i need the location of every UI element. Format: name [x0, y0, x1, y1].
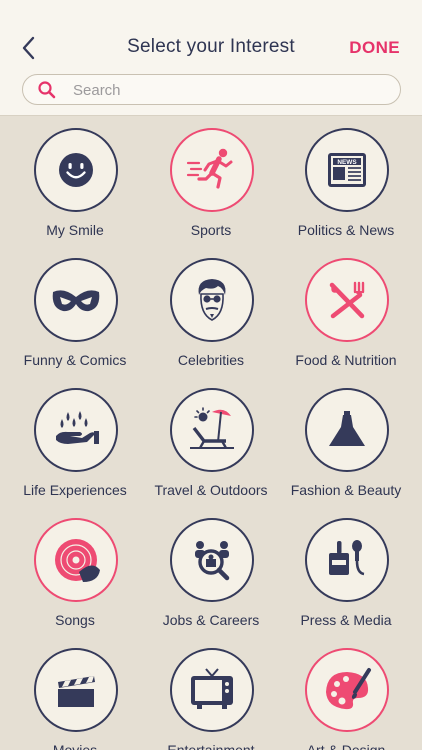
interest-label: Politics & News — [297, 222, 395, 238]
search-bar[interactable] — [22, 74, 401, 105]
interest-label: Life Experiences — [23, 482, 127, 498]
job-search-icon — [195, 541, 230, 581]
dress-icon — [329, 411, 365, 446]
interest-item-my-smile[interactable]: My Smile — [5, 117, 145, 247]
interest-icon-circle[interactable] — [34, 128, 118, 212]
interest-item-art-and-design[interactable]: Art & Design — [276, 637, 416, 750]
interest-label: Jobs & Careers — [162, 612, 260, 628]
interest-label: Food & Nutrition — [295, 352, 397, 368]
interest-item-food-and-nutrition[interactable]: Food & Nutrition — [276, 247, 416, 377]
interest-item-fashion-and-beauty[interactable]: Fashion & Beauty — [276, 377, 416, 507]
runner-icon — [186, 148, 233, 189]
interest-item-jobs-and-careers[interactable]: Jobs & Careers — [141, 507, 281, 637]
interest-label: Sports — [190, 222, 232, 238]
vinyl-record-icon — [55, 539, 100, 582]
svg-text:NEWS: NEWS — [337, 159, 357, 166]
interest-icon-circle[interactable] — [305, 388, 389, 472]
interest-item-life-experiences[interactable]: Life Experiences — [5, 377, 145, 507]
fork-knife-icon — [329, 281, 365, 319]
search-icon — [38, 81, 56, 99]
done-button[interactable]: DONE — [349, 38, 400, 58]
interest-icon-circle[interactable] — [305, 518, 389, 602]
interest-icon-circle[interactable]: NEWS — [305, 128, 389, 212]
interest-icon-circle[interactable] — [305, 258, 389, 342]
television-icon — [191, 668, 233, 709]
interest-item-songs[interactable]: Songs — [5, 507, 145, 637]
interest-label: Songs — [55, 612, 95, 628]
interest-label: My Smile — [46, 222, 104, 238]
interest-label: Movies — [52, 742, 98, 750]
interest-icon-circle[interactable] — [34, 388, 118, 472]
palette-icon — [326, 668, 371, 710]
interest-item-sports[interactable]: Sports — [141, 117, 281, 247]
interest-item-entertainment[interactable]: Entertainment — [141, 637, 281, 750]
smile-icon — [59, 153, 93, 187]
interest-icon-circle[interactable] — [170, 648, 254, 732]
interest-icon-circle[interactable] — [170, 518, 254, 602]
interest-label: Celebrities — [177, 352, 245, 368]
interest-label: Art & Design — [306, 742, 386, 750]
search-input[interactable] — [73, 78, 383, 102]
press-microphone-icon — [329, 540, 365, 576]
interest-icon-circle[interactable] — [34, 648, 118, 732]
celebrity-face-icon — [198, 279, 226, 321]
interest-icon-circle[interactable] — [34, 258, 118, 342]
interest-item-press-and-media[interactable]: Press & Media — [276, 507, 416, 637]
interest-label: Funny & Comics — [23, 352, 127, 368]
interest-icon-circle[interactable] — [170, 388, 254, 472]
interest-icon-circle[interactable] — [305, 648, 389, 732]
interest-label: Press & Media — [300, 612, 392, 628]
interest-item-funny-and-comics[interactable]: Funny & Comics — [5, 247, 145, 377]
mask-icon — [52, 290, 100, 312]
interest-label: Fashion & Beauty — [290, 482, 402, 498]
rain-hand-icon — [56, 411, 99, 444]
interest-item-politics-and-news[interactable]: NEWS Politics & News — [276, 117, 416, 247]
interest-item-travel-and-outdoors[interactable]: Travel & Outdoors — [141, 377, 281, 507]
beach-chair-icon — [190, 407, 234, 449]
newspaper-icon: NEWS — [328, 153, 366, 187]
interest-icon-circle[interactable] — [170, 258, 254, 342]
interest-icon-circle[interactable] — [34, 518, 118, 602]
interest-label: Travel & Outdoors — [154, 482, 268, 498]
interest-grid: My Smile Sports NEWS Politics & News Funny &… — [0, 117, 422, 750]
clapperboard-icon — [58, 676, 95, 707]
top-bar: Select your Interest DONE — [0, 0, 422, 116]
interest-icon-circle[interactable] — [170, 128, 254, 212]
interest-label: Entertainment — [167, 742, 255, 750]
interest-item-celebrities[interactable]: Celebrities — [141, 247, 281, 377]
interest-item-movies[interactable]: Movies — [5, 637, 145, 750]
